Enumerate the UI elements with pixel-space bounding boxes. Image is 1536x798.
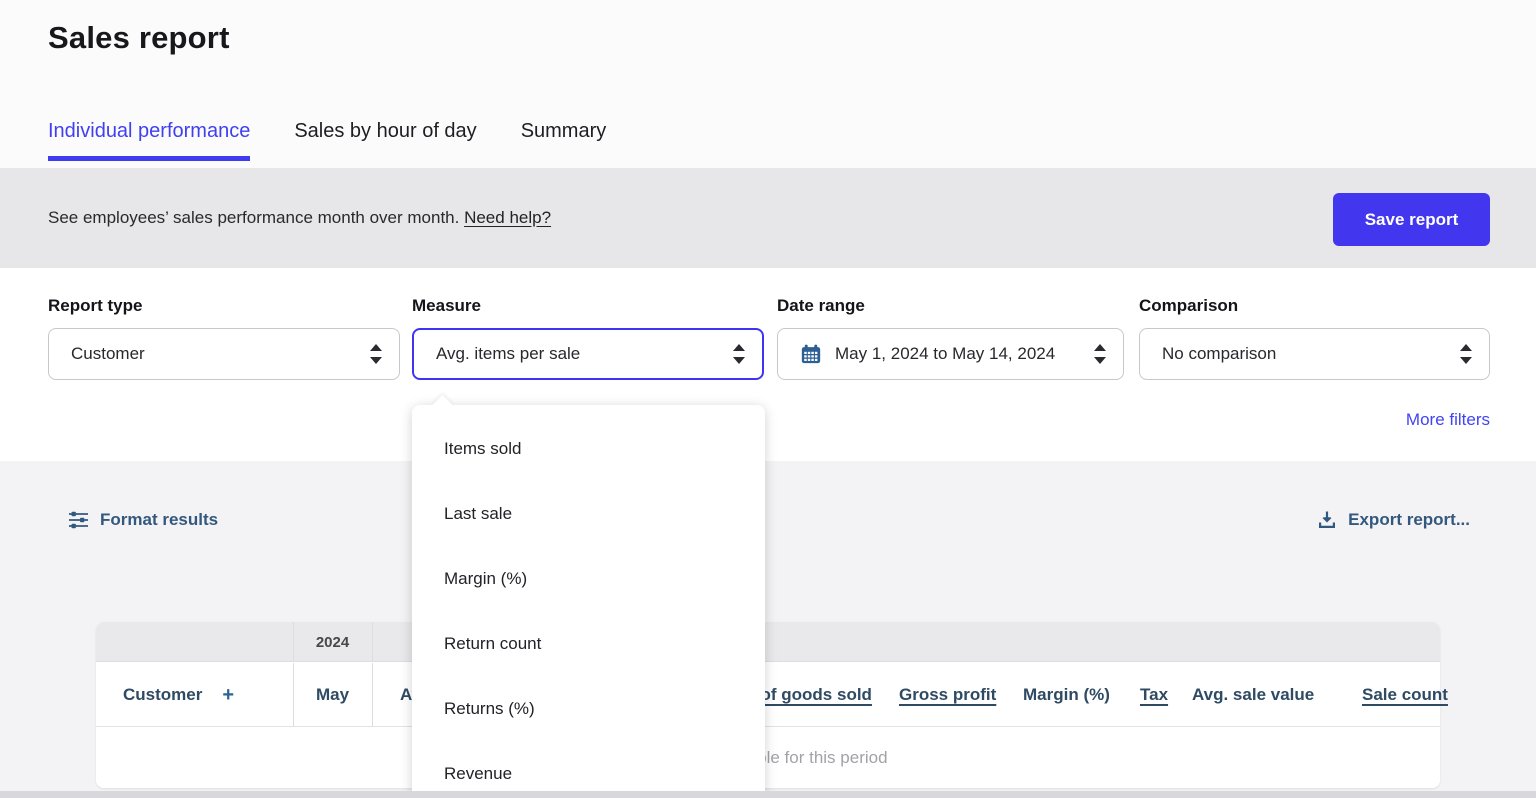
select-arrows-icon	[1094, 344, 1106, 364]
calendar-icon	[800, 343, 822, 365]
banner-message: See employees’ sales performance month o…	[48, 208, 551, 228]
filter-bar: Report type Customer Measure Avg. items …	[0, 268, 1536, 461]
year-header: 2024	[293, 622, 372, 662]
dropdown-option-last-sale[interactable]: Last sale	[412, 481, 765, 546]
column-tax[interactable]: Tax	[1140, 663, 1168, 727]
tab-individual-performance[interactable]: Individual performance	[48, 120, 250, 161]
report-type-label: Report type	[48, 296, 400, 316]
measure-filter: Measure Avg. items per sale	[412, 296, 764, 380]
dropdown-option-revenue[interactable]: Revenue	[412, 741, 765, 798]
date-range-value: May 1, 2024 to May 14, 2024	[835, 344, 1055, 364]
page-title: Sales report	[48, 20, 230, 56]
table-empty-row: No data available for this period	[96, 728, 1440, 788]
column-gross-profit[interactable]: Gross profit	[899, 663, 996, 727]
sales-report-page: Sales report Individual performance Sale…	[0, 0, 1536, 798]
tab-summary[interactable]: Summary	[521, 120, 607, 161]
select-arrows-icon	[1460, 344, 1472, 364]
select-arrows-icon	[733, 344, 745, 364]
measure-label: Measure	[412, 296, 764, 316]
dropdown-option-returns-pct[interactable]: Returns (%)	[412, 676, 765, 741]
dropdown-option-margin[interactable]: Margin (%)	[412, 546, 765, 611]
sliders-icon	[68, 510, 89, 530]
column-avg-sale-value[interactable]: Avg. sale value	[1192, 663, 1314, 727]
column-margin[interactable]: Margin (%)	[1023, 663, 1110, 727]
dropdown-option-items-sold[interactable]: Items sold	[412, 416, 765, 481]
measure-value: Avg. items per sale	[436, 344, 580, 364]
page-header: Sales report Individual performance Sale…	[0, 0, 1536, 168]
comparison-select[interactable]: No comparison	[1139, 328, 1490, 380]
tab-bar: Individual performance Sales by hour of …	[48, 120, 606, 161]
export-report-button[interactable]: Export report...	[1317, 510, 1470, 530]
select-arrows-icon	[370, 344, 382, 364]
column-month[interactable]: May	[293, 663, 372, 727]
date-range-select[interactable]: May 1, 2024 to May 14, 2024	[777, 328, 1124, 380]
comparison-filter: Comparison No comparison	[1139, 296, 1490, 380]
format-results-button[interactable]: Format results	[68, 510, 218, 530]
table-year-row: 2024	[96, 622, 1440, 662]
column-customer[interactable]: Customer +	[123, 663, 234, 727]
dropdown-option-return-count[interactable]: Return count	[412, 611, 765, 676]
comparison-label: Comparison	[1139, 296, 1490, 316]
need-help-link[interactable]: Need help?	[464, 208, 551, 227]
date-range-label: Date range	[777, 296, 1124, 316]
download-icon	[1317, 510, 1337, 530]
bottom-divider	[0, 791, 1536, 798]
column-sale-count[interactable]: Sale count	[1362, 663, 1448, 727]
more-filters-link[interactable]: More filters	[1406, 410, 1490, 430]
export-report-label: Export report...	[1348, 510, 1470, 530]
date-range-filter: Date range May 1, 2024 to May 14, 2024	[777, 296, 1124, 380]
add-column-icon[interactable]: +	[222, 684, 234, 707]
table-header-row: Customer + May Avg. items per sale Cost …	[96, 663, 1440, 727]
banner-message-text: See employees’ sales performance month o…	[48, 208, 464, 227]
results-table: 2024 Customer + May Avg. items per sale …	[96, 622, 1440, 788]
measure-select[interactable]: Avg. items per sale	[412, 328, 764, 380]
results-section: Format results Export report... 2024	[0, 461, 1536, 798]
report-type-filter: Report type Customer	[48, 296, 400, 380]
info-banner: See employees’ sales performance month o…	[0, 168, 1536, 268]
comparison-value: No comparison	[1162, 344, 1276, 364]
save-report-button[interactable]: Save report	[1333, 193, 1490, 246]
format-results-label: Format results	[100, 510, 218, 530]
measure-dropdown: Items sold Last sale Margin (%) Return c…	[412, 405, 765, 798]
report-type-value: Customer	[71, 344, 145, 364]
report-type-select[interactable]: Customer	[48, 328, 400, 380]
tab-sales-by-hour[interactable]: Sales by hour of day	[294, 120, 476, 161]
